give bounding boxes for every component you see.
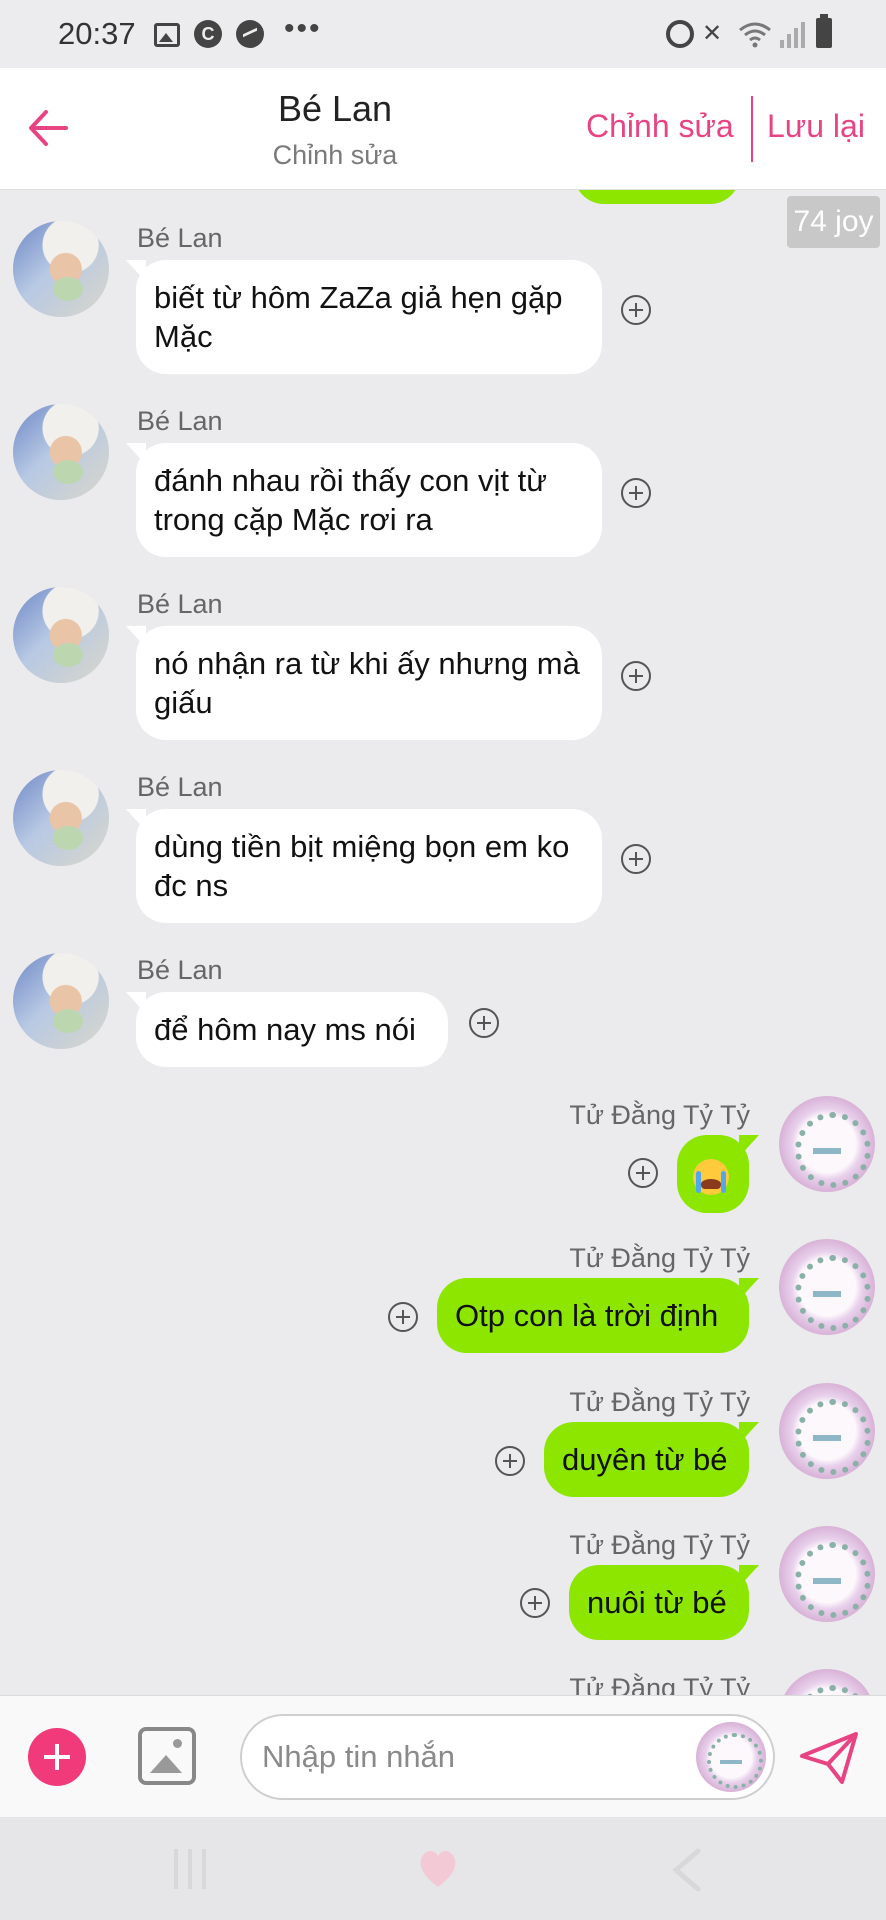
status-time: 20:37 bbox=[58, 16, 136, 51]
gallery-icon bbox=[154, 23, 180, 47]
back-arrow-icon[interactable] bbox=[26, 106, 70, 150]
sender-name: Bé Lan bbox=[137, 589, 223, 619]
signal-icon bbox=[780, 20, 806, 48]
sender-name: Tử Đằng Tỷ Tỷ bbox=[569, 1387, 750, 1417]
add-reaction-icon[interactable] bbox=[495, 1446, 525, 1476]
status-bar: 20:37 C ••• ✕ bbox=[0, 0, 886, 68]
add-reaction-icon[interactable] bbox=[520, 1588, 550, 1618]
message-bubble[interactable]: duyên từ bé bbox=[544, 1422, 759, 1497]
add-button[interactable] bbox=[28, 1728, 86, 1786]
message-bubble[interactable]: để hôm nay ms nói bbox=[126, 992, 448, 1067]
message-bubble[interactable]: Otp con là trời định bbox=[437, 1278, 759, 1353]
avatar[interactable] bbox=[779, 1669, 875, 1695]
add-reaction-icon[interactable] bbox=[621, 661, 651, 691]
message-bubble[interactable] bbox=[677, 1135, 759, 1213]
add-reaction-icon[interactable] bbox=[621, 295, 651, 325]
add-reaction-icon[interactable] bbox=[621, 478, 651, 508]
sender-name: Tử Đằng Tỷ Tỷ bbox=[569, 1673, 750, 1695]
back-chevron-icon[interactable] bbox=[668, 1847, 704, 1893]
avatar[interactable] bbox=[779, 1526, 875, 1622]
add-reaction-icon[interactable] bbox=[469, 1008, 499, 1038]
wifi-icon bbox=[739, 22, 771, 48]
alarm-icon bbox=[666, 20, 694, 48]
more-dots-icon: ••• bbox=[284, 12, 322, 45]
recents-icon[interactable] bbox=[174, 1849, 210, 1889]
message-bubble[interactable]: dùng tiền bịt miệng bọn em ko đc ns bbox=[126, 809, 602, 923]
chat-message-list[interactable]: 74 joy Bé Lan biết từ hôm ZaZa giả hẹn g… bbox=[0, 190, 886, 1695]
mute-icon: ✕ bbox=[702, 20, 723, 47]
edit-button[interactable]: Chỉnh sửa bbox=[586, 108, 734, 145]
sender-name: Bé Lan bbox=[137, 223, 223, 253]
avatar[interactable] bbox=[779, 1383, 875, 1479]
add-reaction-icon[interactable] bbox=[628, 1158, 658, 1188]
header-divider bbox=[751, 96, 753, 162]
partial-outgoing-bubble bbox=[574, 190, 740, 204]
send-icon[interactable] bbox=[798, 1730, 860, 1786]
messenger-icon bbox=[236, 20, 264, 48]
avatar[interactable] bbox=[13, 770, 109, 866]
add-reaction-icon[interactable] bbox=[621, 844, 651, 874]
message-bubble[interactable]: đánh nhau rồi thấy con vịt từ trong cặp … bbox=[126, 443, 602, 557]
add-reaction-icon[interactable] bbox=[388, 1302, 418, 1332]
avatar[interactable] bbox=[779, 1239, 875, 1335]
joy-badge: 74 joy bbox=[787, 196, 880, 248]
crying-face-emoji bbox=[693, 1158, 729, 1195]
sender-name: Tử Đằng Tỷ Tỷ bbox=[569, 1530, 750, 1560]
avatar[interactable] bbox=[779, 1096, 875, 1192]
message-input[interactable] bbox=[240, 1714, 775, 1800]
sender-name: Bé Lan bbox=[137, 772, 223, 802]
battery-icon bbox=[816, 14, 832, 48]
avatar[interactable] bbox=[13, 587, 109, 683]
image-picker-icon[interactable] bbox=[138, 1727, 196, 1785]
sender-name: Tử Đằng Tỷ Tỷ bbox=[569, 1243, 750, 1273]
message-bubble[interactable]: nó nhận ra từ khi ấy nhưng mà giấu bbox=[126, 626, 602, 740]
message-bubble[interactable]: nuôi từ bé bbox=[569, 1565, 759, 1640]
avatar[interactable] bbox=[13, 221, 109, 317]
chat-subtitle: Chỉnh sửa bbox=[272, 140, 398, 170]
chat-header: Bé Lan Chỉnh sửa Chỉnh sửa Lưu lại bbox=[0, 68, 886, 190]
sender-name: Bé Lan bbox=[137, 406, 223, 436]
avatar[interactable] bbox=[13, 953, 109, 1049]
c-icon: C bbox=[194, 20, 222, 48]
save-button[interactable]: Lưu lại bbox=[767, 108, 865, 145]
system-nav-bar bbox=[0, 1817, 886, 1920]
avatar[interactable] bbox=[13, 404, 109, 500]
message-composer bbox=[0, 1695, 886, 1817]
sender-name: Tử Đằng Tỷ Tỷ bbox=[569, 1100, 750, 1130]
message-bubble[interactable]: biết từ hôm ZaZa giả hẹn gặp Mặc bbox=[126, 260, 602, 374]
chat-title: Bé Lan bbox=[277, 88, 393, 129]
composer-sticker-avatar[interactable] bbox=[696, 1722, 766, 1792]
sender-name: Bé Lan bbox=[137, 955, 223, 985]
home-heart-icon[interactable] bbox=[416, 1845, 460, 1891]
